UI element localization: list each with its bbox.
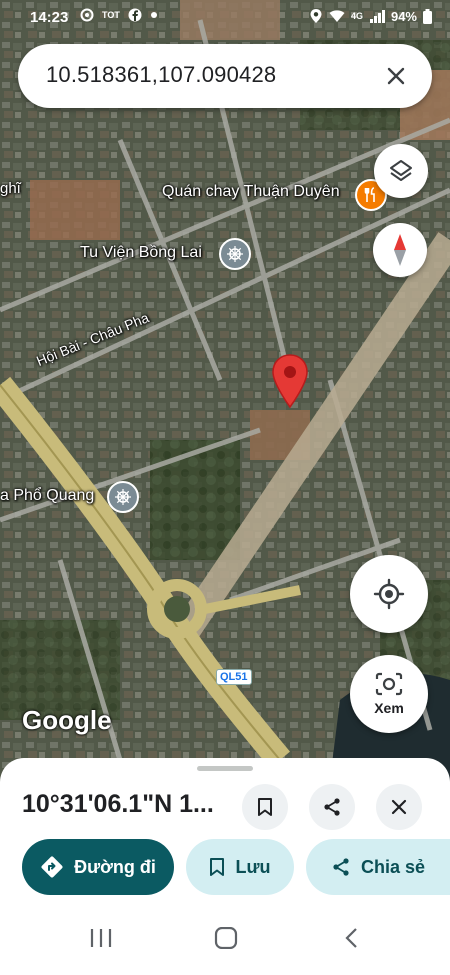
map-label-temple-pho-quang[interactable]: a Phổ Quang	[0, 487, 94, 505]
battery-icon	[423, 8, 432, 24]
share-icon	[333, 858, 349, 876]
location-icon	[310, 9, 322, 23]
sheet-drag-handle[interactable]	[197, 766, 253, 771]
notif-tot-icon: TOT	[102, 10, 120, 20]
status-system-icons: 4G 94%	[309, 8, 432, 24]
highway-badge-label: QL51	[220, 671, 248, 683]
bookmark-icon	[258, 798, 272, 816]
recents-button[interactable]	[89, 927, 113, 954]
share-icon-button[interactable]	[309, 784, 355, 830]
bookmark-icon	[210, 858, 225, 876]
back-icon	[345, 928, 357, 948]
share-icon	[324, 798, 340, 816]
notif-dot-icon	[80, 8, 94, 22]
location-pin-icon[interactable]	[271, 353, 309, 409]
share-button[interactable]: Chia sẻ	[306, 839, 450, 895]
home-icon	[214, 926, 238, 950]
status-time: 14:23	[30, 9, 69, 26]
search-query[interactable]: 10.518361,107.090428	[46, 62, 276, 88]
temple-poi-icon[interactable]	[219, 238, 251, 270]
system-nav-bar	[0, 905, 450, 975]
dot-icon	[150, 12, 157, 18]
facebook-icon	[128, 8, 142, 22]
search-bar[interactable]: 10.518361,107.090428	[18, 44, 432, 108]
save-label: Lưu	[235, 856, 271, 877]
share-label: Chia sẻ	[360, 856, 426, 877]
directions-icon	[41, 856, 63, 878]
battery-percent: 94%	[390, 8, 417, 24]
close-icon	[387, 67, 405, 85]
directions-label: Đường đi	[74, 856, 156, 877]
map-label-restaurant[interactable]: Quán chay Thuận Duyên	[162, 183, 340, 201]
highway-badge: QL51	[216, 669, 252, 685]
compass-button[interactable]	[373, 223, 427, 277]
temple-poi-icon-2[interactable]	[107, 481, 139, 513]
lens-label: Xem	[374, 700, 404, 716]
camera-lens-icon	[375, 672, 403, 696]
save-button[interactable]: Lưu	[186, 839, 294, 895]
my-location-icon	[373, 578, 405, 610]
close-sheet-button[interactable]	[376, 784, 422, 830]
layers-icon	[390, 160, 412, 181]
clear-search-button[interactable]	[378, 58, 414, 94]
compass-icon	[394, 234, 406, 266]
wifi-icon	[329, 10, 345, 22]
coordinates-title: 10°31'06.1"N 1...	[22, 790, 214, 818]
recents-icon	[90, 929, 112, 947]
my-location-button[interactable]	[350, 555, 428, 633]
network-type: 4G	[350, 11, 363, 21]
layers-button[interactable]	[374, 144, 428, 198]
map-label-partial-left: ghĩ	[0, 180, 21, 197]
lens-button[interactable]: Xem	[350, 655, 428, 733]
back-button[interactable]	[343, 927, 361, 954]
directions-button[interactable]: Đường đi	[22, 839, 174, 895]
bookmark-button[interactable]	[242, 784, 288, 830]
status-notification-icons: TOT	[80, 8, 158, 22]
home-button[interactable]	[214, 926, 238, 954]
google-watermark: Google	[22, 705, 112, 735]
signal-icon	[369, 10, 385, 23]
close-icon	[391, 799, 407, 815]
status-bar: 14:23 TOT 4G 94%	[0, 0, 450, 36]
map-label-temple-bong-lai[interactable]: Tu Viện Bồng Lai	[80, 244, 202, 262]
